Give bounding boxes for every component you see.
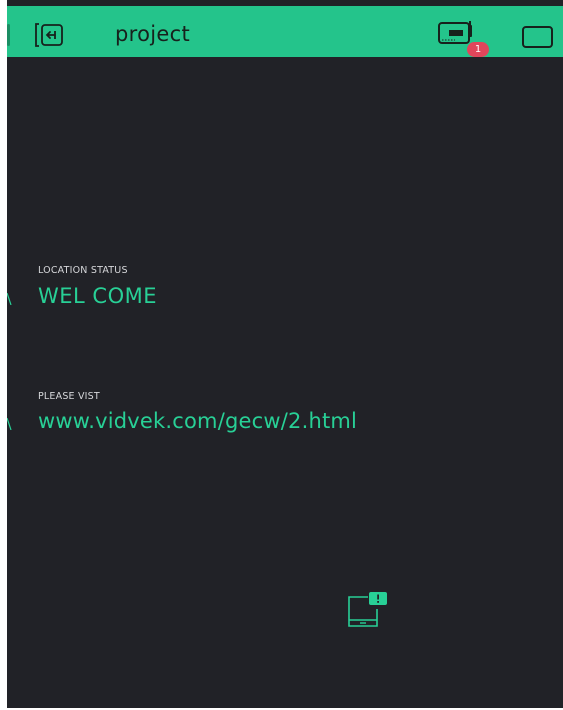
widget-label-location-status: LOCATION STATUS <box>38 265 128 276</box>
exit-app-button[interactable] <box>33 22 67 48</box>
phone-notification-icon <box>348 592 387 627</box>
project-title: project <box>115 22 190 46</box>
app-screen: project 1 LOCATION STATUS WEL COME PLEAS… <box>7 0 563 708</box>
header-bar: project 1 <box>7 6 563 57</box>
device-notification-button[interactable] <box>346 589 390 629</box>
widget-value-location-status[interactable]: WEL COME <box>38 284 157 308</box>
widget-value-url[interactable]: www.vidvek.com/gecw/2.html <box>38 409 357 433</box>
exit-app-icon <box>35 23 63 47</box>
edge-marker <box>7 24 10 46</box>
widget-label-please-visit: PLEASE VIST <box>38 391 100 402</box>
widget-handle-icon <box>7 293 12 305</box>
widget-handle-icon <box>7 418 12 430</box>
square-icon-button[interactable] <box>522 26 553 48</box>
notification-badge: 1 <box>467 42 489 57</box>
